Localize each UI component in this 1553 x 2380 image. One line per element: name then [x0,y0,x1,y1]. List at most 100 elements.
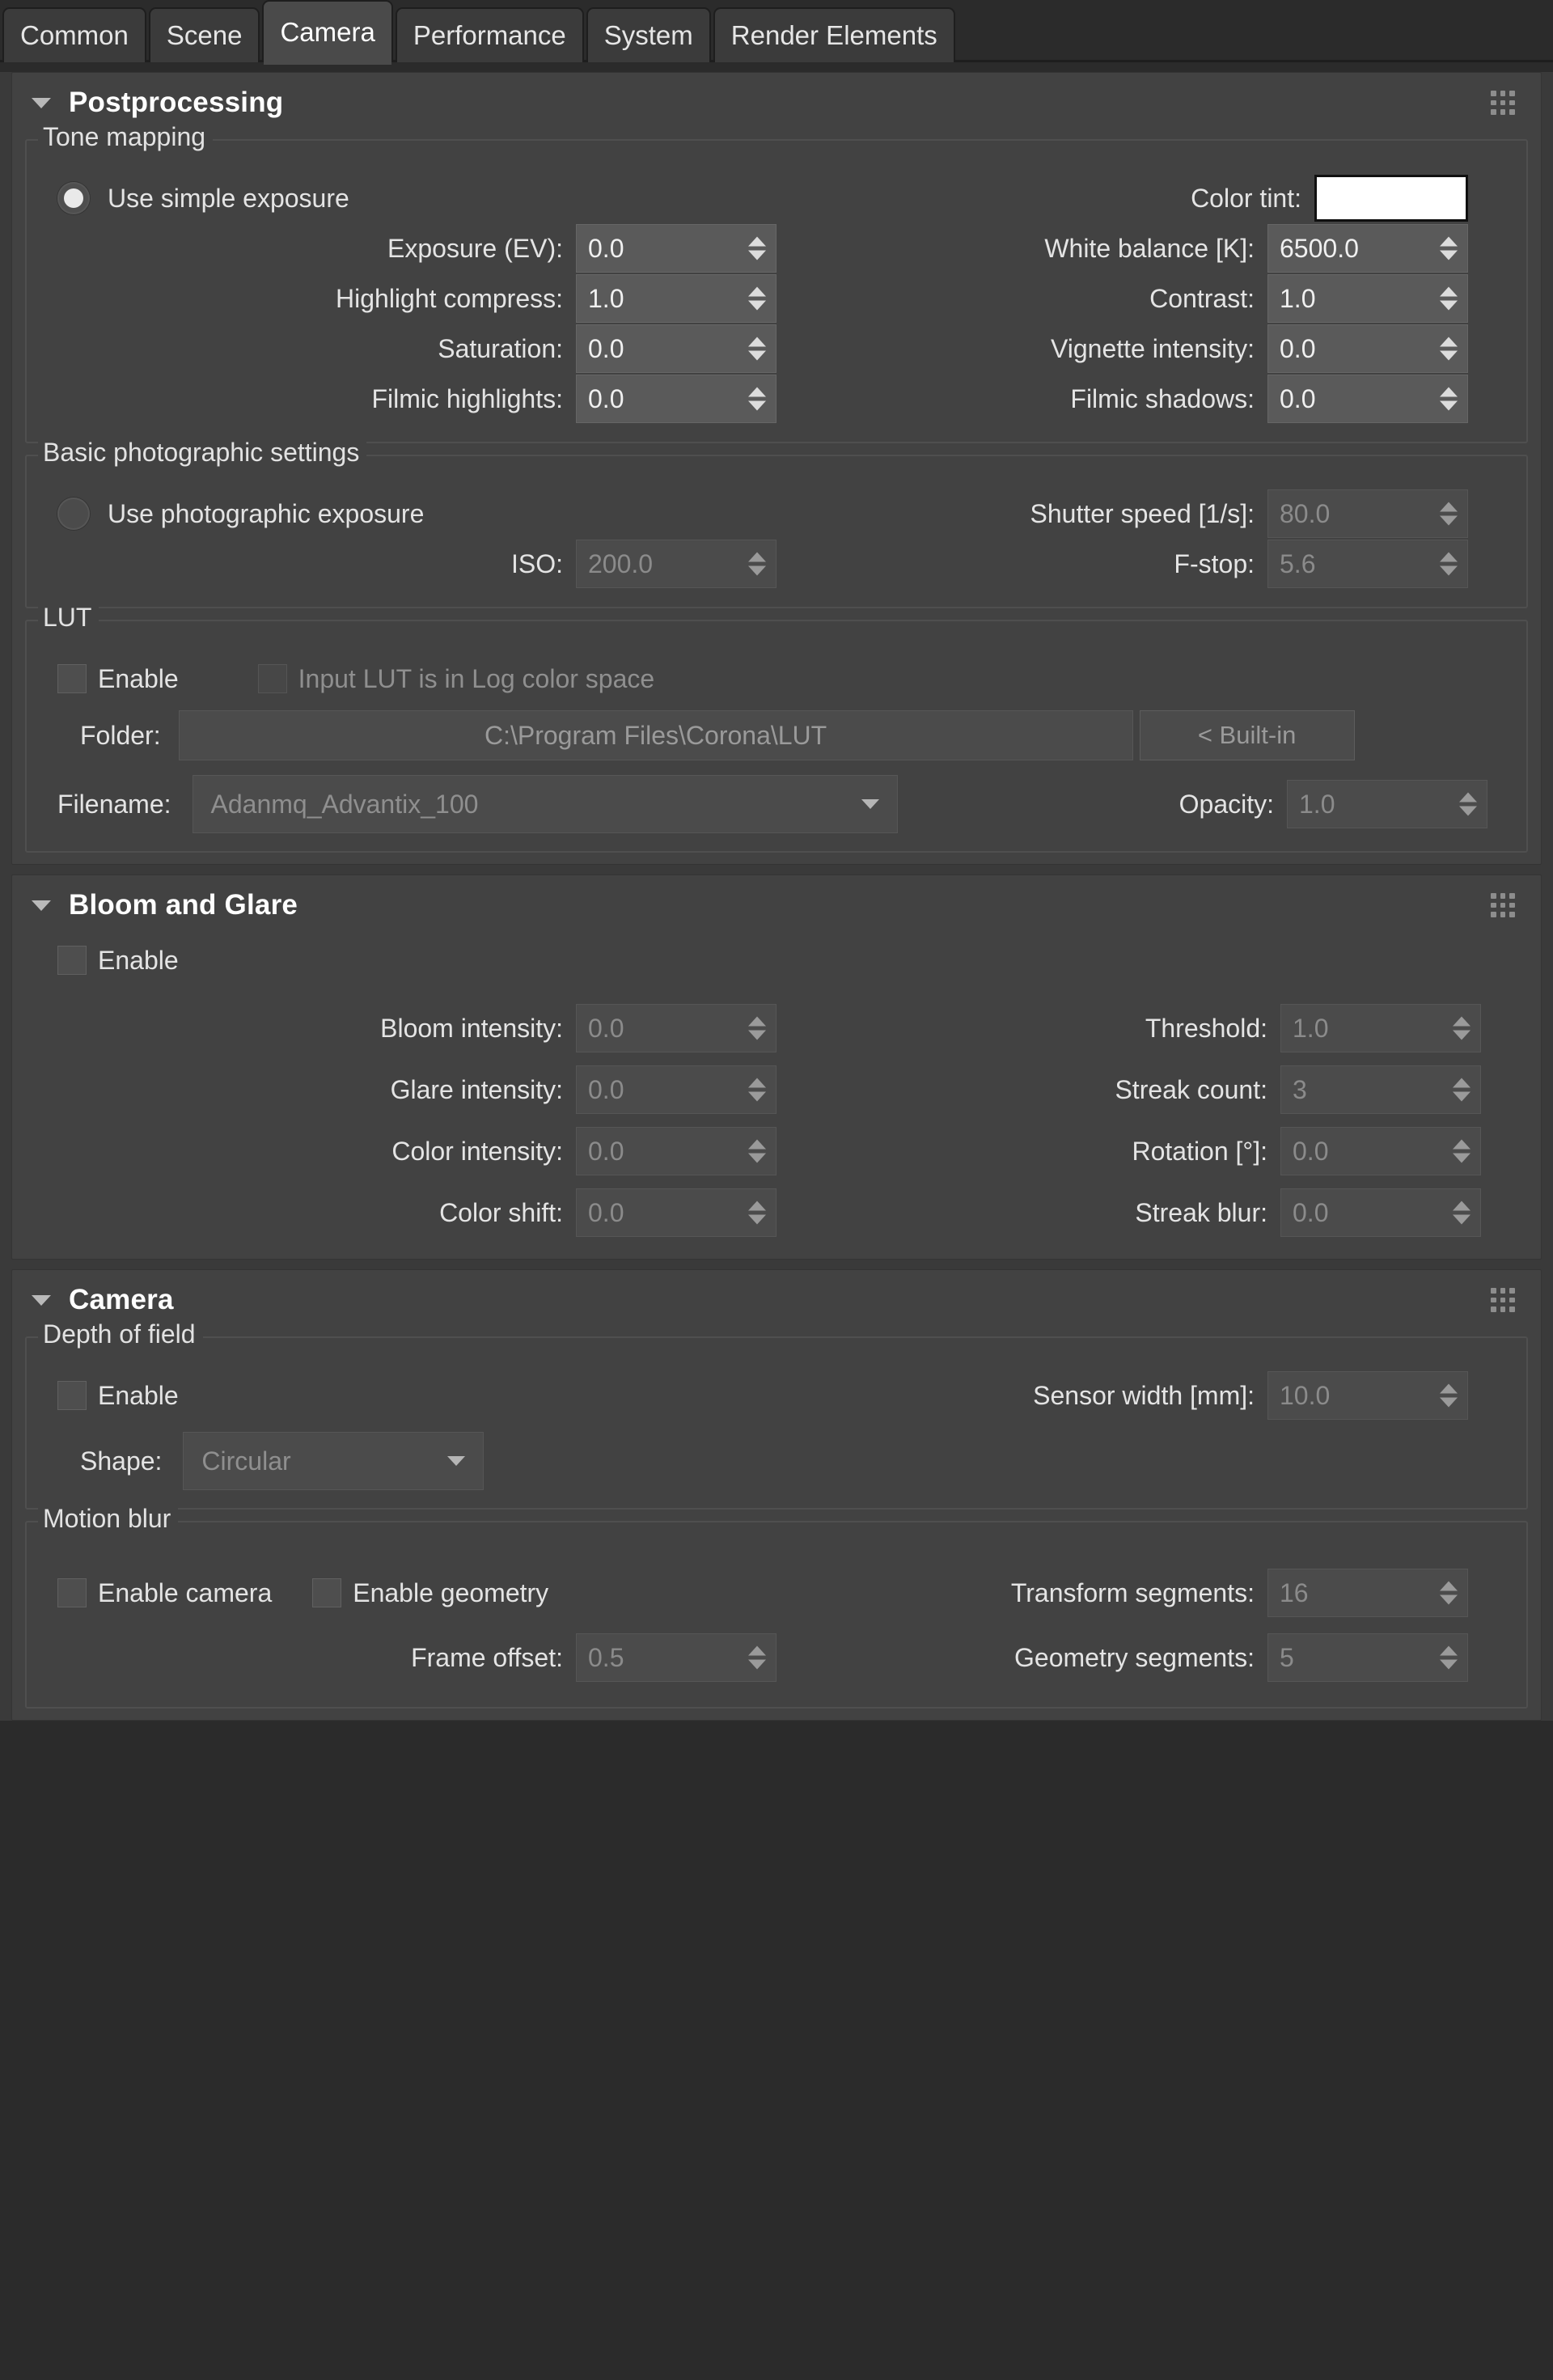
tab-render-elements[interactable]: Render Elements [713,7,955,62]
lut-filename-dropdown[interactable]: Adanmq_Advantix_100 [192,775,898,833]
spinner-streak-blur[interactable]: 0.0 [1280,1188,1481,1237]
spinner-sensor-width[interactable]: 10.0 [1267,1371,1468,1420]
group-lut: LUT Enable Input LUT is in Log color spa… [25,603,1528,853]
chevron-down-icon[interactable] [32,1294,51,1306]
spinner-arrows-icon[interactable] [748,1078,766,1102]
spinner-frame-offset[interactable]: 0.5 [576,1633,776,1682]
label-lut-opacity: Opacity: [1179,789,1274,819]
row-lut-folder: Folder: C:\Program Files\Corona\LUT < Bu… [38,704,1553,760]
label-color-tint: Color tint: [1191,183,1301,213]
spinner-filmic-shadows[interactable]: 0.0 [1267,375,1468,423]
spinner-arrows-icon[interactable] [748,1016,766,1040]
tab-performance[interactable]: Performance [395,7,584,62]
label-color-shift: Color shift: [439,1197,563,1227]
spinner-arrows-icon[interactable] [1440,1581,1458,1605]
rollout-camera: Camera Depth of field Enable Sensor widt… [11,1269,1542,1721]
label-geometry-segments: Geometry segments: [1014,1642,1255,1672]
checkbox-bloom-enable[interactable] [57,946,87,975]
spinner-vignette-intensity[interactable]: 0.0 [1267,324,1468,373]
spinner-arrows-icon[interactable] [1453,1139,1470,1163]
spinner-lut-opacity[interactable]: 1.0 [1287,780,1487,828]
spinner-arrows-icon[interactable] [1440,1383,1458,1408]
spinner-shutter-speed[interactable]: 80.0 [1267,489,1468,538]
chevron-down-icon[interactable] [447,1456,466,1466]
tab-camera[interactable]: Camera [262,0,393,65]
drag-handle-icon[interactable] [1491,91,1515,115]
spinner-highlight-compress[interactable]: 1.0 [576,274,776,323]
spinner-value: 80.0 [1280,498,1331,528]
spinner-value: 0.0 [1280,333,1316,363]
spinner-value: 0.0 [588,233,624,263]
tab-system[interactable]: System [586,7,711,62]
spinner-arrows-icon[interactable] [1453,1016,1470,1040]
spinner-bloom-intensity[interactable]: 0.0 [576,1004,776,1052]
rollout-header-camera[interactable]: Camera [12,1270,1541,1330]
spinner-arrows-icon[interactable] [748,337,766,361]
spinner-arrows-icon[interactable] [748,1201,766,1225]
tab-scene[interactable]: Scene [148,7,260,62]
spinner-arrows-icon[interactable] [1453,1201,1470,1225]
drag-handle-icon[interactable] [1491,893,1515,917]
spinner-exposure-ev[interactable]: 0.0 [576,224,776,273]
spinner-arrows-icon[interactable] [1440,236,1458,260]
spinner-arrows-icon[interactable] [1440,286,1458,311]
spinner-white-balance[interactable]: 6500.0 [1267,224,1468,273]
spinner-saturation[interactable]: 0.0 [576,324,776,373]
rollout-title: Postprocessing [69,87,284,118]
dof-shape-dropdown[interactable]: Circular [183,1432,485,1490]
chevron-down-icon[interactable] [32,900,51,911]
spinner-filmic-highlights[interactable]: 0.0 [576,375,776,423]
row-colorintensity-rotation: Color intensity: 0.0 Rotation [°]: 0.0 [25,1126,1528,1176]
spinner-fstop[interactable]: 5.6 [1267,540,1468,588]
checkbox-motion-blur-enable-geometry[interactable] [312,1578,342,1607]
label-fstop: F-stop: [1174,548,1255,578]
spinner-arrows-icon[interactable] [748,236,766,260]
radio-use-simple-exposure[interactable] [57,182,90,214]
spinner-arrows-icon[interactable] [1440,387,1458,411]
spinner-arrows-icon[interactable] [1440,502,1458,526]
rollout-header-bloom-and-glare[interactable]: Bloom and Glare [12,875,1541,935]
spinner-threshold[interactable]: 1.0 [1280,1004,1481,1052]
tab-label: System [603,20,693,50]
spinner-arrows-icon[interactable] [1459,792,1477,816]
tab-common[interactable]: Common [2,7,146,62]
label-input-lut-log-color-space: Input LUT is in Log color space [298,663,655,693]
spinner-iso[interactable]: 200.0 [576,540,776,588]
spinner-transform-segments[interactable]: 16 [1267,1569,1468,1617]
group-label: Depth of field [38,1319,203,1349]
spinner-arrows-icon[interactable] [1440,337,1458,361]
spinner-color-shift[interactable]: 0.0 [576,1188,776,1237]
checkbox-motion-blur-enable-camera[interactable] [57,1578,87,1607]
tab-label: Render Elements [730,20,937,50]
group-label: Basic photographic settings [38,438,367,468]
lut-folder-value: C:\Program Files\Corona\LUT [484,720,827,750]
spinner-geometry-segments[interactable]: 5 [1267,1633,1468,1682]
spinner-color-intensity[interactable]: 0.0 [576,1127,776,1175]
spinner-glare-intensity[interactable]: 0.0 [576,1065,776,1114]
radio-use-photographic-exposure[interactable] [57,498,90,530]
rollout-header-postprocessing[interactable]: Postprocessing [12,73,1541,133]
checkbox-input-lut-log-color-space[interactable] [257,664,287,693]
spinner-contrast[interactable]: 1.0 [1267,274,1468,323]
checkbox-dof-enable[interactable] [57,1381,87,1410]
drag-handle-icon[interactable] [1491,1288,1515,1312]
chevron-down-icon[interactable] [32,97,51,108]
checkbox-lut-enable[interactable] [57,664,87,693]
spinner-arrows-icon[interactable] [1453,1078,1470,1102]
spinner-arrows-icon[interactable] [1440,1645,1458,1670]
spinner-arrows-icon[interactable] [1440,552,1458,576]
label-glare-intensity: Glare intensity: [390,1074,563,1104]
spinner-arrows-icon[interactable] [748,552,766,576]
row-highlight-contrast: Highlight compress: 1.0 Contrast: 1.0 [38,273,1515,324]
lut-builtin-button[interactable]: < Built-in [1139,710,1355,760]
spinner-arrows-icon[interactable] [748,1139,766,1163]
lut-folder-field[interactable]: C:\Program Files\Corona\LUT [178,710,1133,760]
chevron-down-icon[interactable] [861,799,879,809]
spinner-rotation[interactable]: 0.0 [1280,1127,1481,1175]
label-lut-filename: Filename: [57,789,171,819]
spinner-arrows-icon[interactable] [748,387,766,411]
spinner-arrows-icon[interactable] [748,1645,766,1670]
spinner-arrows-icon[interactable] [748,286,766,311]
color-tint-swatch[interactable] [1314,175,1468,222]
spinner-streak-count[interactable]: 3 [1280,1065,1481,1114]
